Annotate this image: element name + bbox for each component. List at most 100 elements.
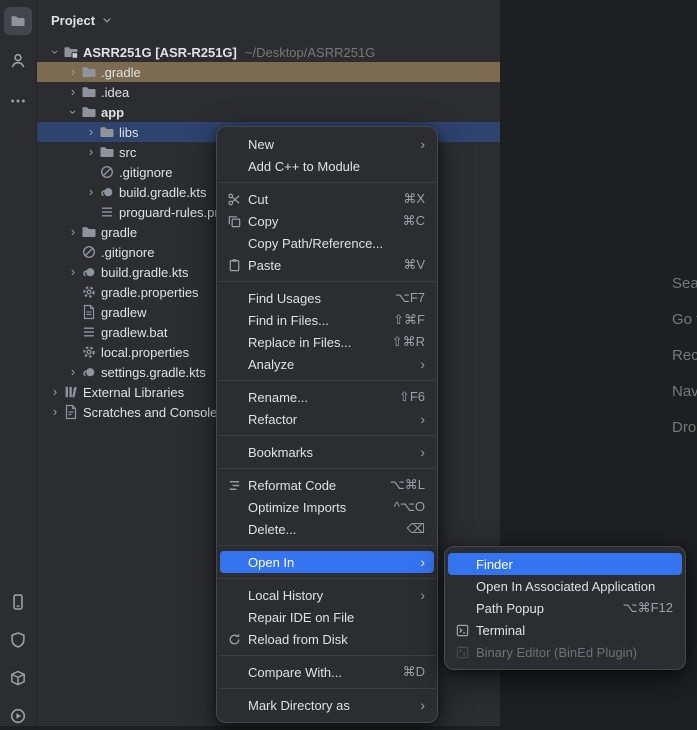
gear-icon <box>81 344 99 360</box>
menu-item-label: Reload from Disk <box>248 632 425 647</box>
menu-item-open-in[interactable]: Open In› <box>220 551 434 573</box>
activity-bar-bottom <box>0 588 36 730</box>
menu-item-label: Path Popup <box>476 601 609 616</box>
menu-item-label: Local History <box>248 588 412 603</box>
menu-item-binary-editor-bined-plugin: Binary Editor (BinEd Plugin) <box>448 641 682 663</box>
menu-item-paste[interactable]: Paste⌘V <box>220 254 434 276</box>
editor-tip: Navigation Bar <box>672 374 697 410</box>
menu-item-shortcut: ⌘D <box>403 664 425 680</box>
editor-tip: Drop files here to open them <box>672 410 697 446</box>
collapsed-chevron-icon[interactable]: › <box>83 183 99 201</box>
menu-separator <box>218 655 436 656</box>
project-panel-header[interactable]: Project <box>37 0 500 40</box>
menu-item-delete[interactable]: Delete...⌫ <box>220 518 434 540</box>
collapsed-chevron-icon[interactable]: › <box>65 63 81 81</box>
collapsed-chevron-icon[interactable]: › <box>65 223 81 241</box>
menu-item-terminal[interactable]: Terminal <box>448 619 682 641</box>
menu-item-local-history[interactable]: Local History› <box>220 584 434 606</box>
menu-item-reload-from-disk[interactable]: Reload from Disk <box>220 628 434 650</box>
menu-item-repair-ide-on-file[interactable]: Repair IDE on File <box>220 606 434 628</box>
tree-row-label: app <box>101 105 124 120</box>
menu-item-label: Replace in Files... <box>248 335 378 350</box>
submenu-arrow-icon: › <box>420 698 425 712</box>
menu-item-find-usages[interactable]: Find Usages⌥F7 <box>220 287 434 309</box>
menu-item-copy[interactable]: Copy⌘C <box>220 210 434 232</box>
menu-item-label: Binary Editor (BinEd Plugin) <box>476 645 673 660</box>
tree-row-label: local.properties <box>101 345 189 360</box>
activity-bar-top <box>0 7 36 115</box>
menu-item-label: Optimize Imports <box>248 500 380 515</box>
tree-row-label: settings.gradle.kts <box>101 365 206 380</box>
menu-item-label: Find Usages <box>248 291 381 306</box>
collapsed-chevron-icon[interactable]: › <box>65 83 81 101</box>
scissors-icon <box>225 192 243 207</box>
project-tool-icon[interactable] <box>4 7 32 35</box>
binary-icon <box>453 645 471 660</box>
device-explorer-icon[interactable] <box>4 664 32 692</box>
tree-row-gradle[interactable]: ›.gradle <box>37 62 500 82</box>
menu-item-shortcut: ⌘C <box>403 213 425 229</box>
menu-item-rename[interactable]: Rename...⇧F6 <box>220 386 434 408</box>
tree-row-app[interactable]: › app <box>37 102 500 122</box>
menu-separator <box>218 281 436 282</box>
expanded-chevron-icon[interactable]: › <box>46 44 64 60</box>
folder-icon <box>99 124 117 140</box>
menu-separator <box>218 380 436 381</box>
menu-item-new[interactable]: New› <box>220 133 434 155</box>
menu-item-label: Mark Directory as <box>248 698 412 713</box>
menu-item-label: Cut <box>248 192 389 207</box>
menu-separator <box>218 545 436 546</box>
menu-item-analyze[interactable]: Analyze› <box>220 353 434 375</box>
tree-row-annotation: ~/Desktop/ASRR251G <box>245 45 375 60</box>
chevron-down-icon <box>101 14 113 26</box>
tree-row-label: libs <box>119 125 139 140</box>
gradle-icon <box>99 184 117 200</box>
context-menu: New›Add C++ to Module Cut ⌘X Copy⌘CCopy Pat… <box>216 126 438 723</box>
menu-item-add-c-to-module[interactable]: Add C++ to Module <box>220 155 434 177</box>
tree-row-idea[interactable]: ›.idea <box>37 82 500 102</box>
menu-item-label: Refactor <box>248 412 412 427</box>
menu-item-label: Reformat Code <box>248 478 376 493</box>
shield-icon[interactable] <box>4 626 32 654</box>
menu-separator <box>218 688 436 689</box>
submenu-arrow-icon: › <box>420 555 425 569</box>
more-tools-icon[interactable] <box>4 87 32 115</box>
menu-item-finder[interactable]: Finder <box>448 553 682 575</box>
menu-item-label: Bookmarks <box>248 445 412 460</box>
editor-tip: Go to File <box>672 302 697 338</box>
collapsed-chevron-icon[interactable]: › <box>47 383 63 401</box>
menu-item-shortcut: ⌫ <box>407 521 425 537</box>
tree-row-label: gradlew.bat <box>101 325 168 340</box>
gradle-icon <box>81 364 99 380</box>
tree-row-label: Scratches and Consoles <box>83 405 224 420</box>
collapsed-chevron-icon[interactable]: › <box>83 123 99 141</box>
menu-item-shortcut: ⌘X <box>403 191 425 207</box>
tree-row-label: build.gradle.kts <box>119 185 206 200</box>
collapsed-chevron-icon[interactable]: › <box>47 403 63 421</box>
profile-icon[interactable] <box>4 47 32 75</box>
menu-item-compare-with[interactable]: Compare With...⌘D <box>220 661 434 683</box>
tree-row-label: External Libraries <box>83 385 184 400</box>
menu-item-mark-directory-as[interactable]: Mark Directory as › <box>220 694 434 716</box>
collapsed-chevron-icon[interactable]: › <box>83 143 99 161</box>
submenu-arrow-icon: › <box>420 357 425 371</box>
menu-item-replace-in-files[interactable]: Replace in Files...⇧⌘R <box>220 331 434 353</box>
menu-item-find-in-files[interactable]: Find in Files...⇧⌘F <box>220 309 434 331</box>
menu-separator <box>218 578 436 579</box>
menu-item-open-in-associated-application[interactable]: Open In Associated Application <box>448 575 682 597</box>
folder-icon <box>81 84 99 100</box>
menu-item-refactor[interactable]: Refactor› <box>220 408 434 430</box>
copy-icon <box>225 214 243 229</box>
menu-item-bookmarks[interactable]: Bookmarks› <box>220 441 434 463</box>
expanded-chevron-icon[interactable]: › <box>64 104 82 120</box>
collapsed-chevron-icon[interactable]: › <box>65 263 81 281</box>
running-devices-icon[interactable] <box>4 588 32 616</box>
menu-item-copy-path-reference[interactable]: Copy Path/Reference... <box>220 232 434 254</box>
menu-item-cut[interactable]: Cut ⌘X <box>220 188 434 210</box>
menu-item-reformat-code[interactable]: Reformat Code⌥⌘L <box>220 474 434 496</box>
menu-item-optimize-imports[interactable]: Optimize Imports^⌥O <box>220 496 434 518</box>
collapsed-chevron-icon[interactable]: › <box>65 363 81 381</box>
open-in-submenu: FinderOpen In Associated ApplicationPath… <box>444 546 686 670</box>
tree-row-asrr251g-asr-r251g[interactable]: ›ASRR251G [ASR-R251G]~/Desktop/ASRR251G <box>37 42 500 62</box>
menu-item-path-popup[interactable]: Path Popup⌥⌘F12 <box>448 597 682 619</box>
